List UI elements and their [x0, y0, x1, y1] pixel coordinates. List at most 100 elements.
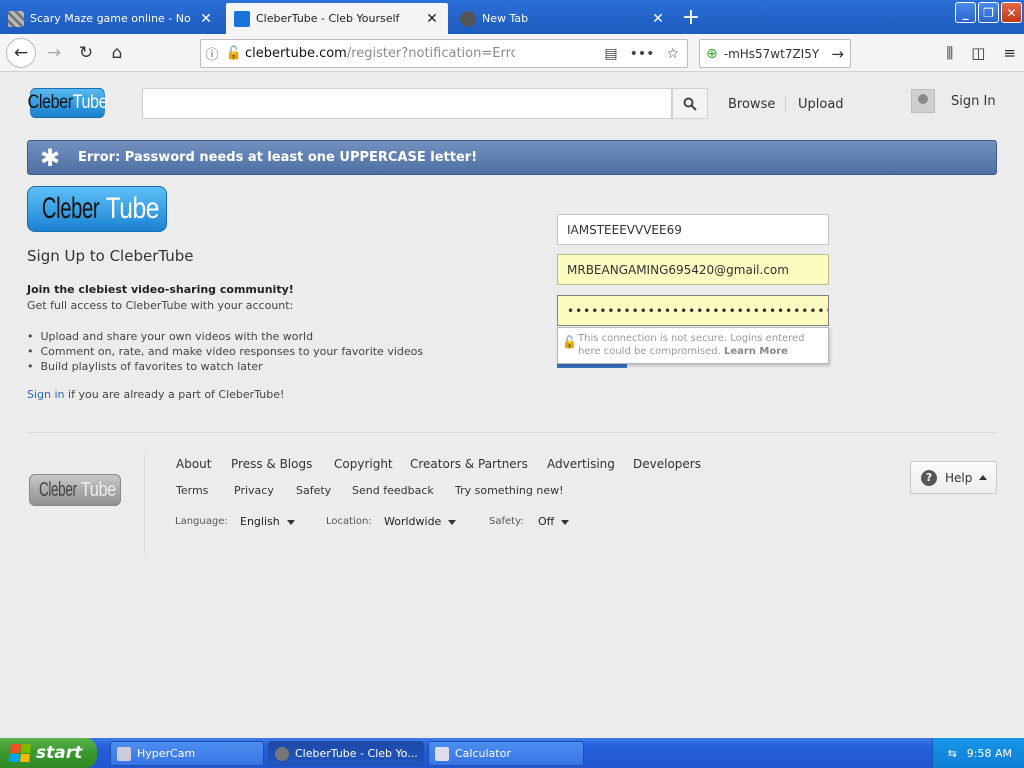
logo-text-right: Tube [72, 92, 108, 113]
content-divider [27, 432, 997, 433]
location-value: Worldwide [384, 515, 442, 528]
taskbar-item-calculator[interactable]: Calculator [428, 741, 584, 766]
windows-flag-icon [9, 744, 31, 762]
upload-link[interactable]: Upload [798, 97, 844, 112]
back-arrow-icon[interactable]: ← [6, 38, 36, 68]
signup-title: Sign Up to CleberTube [27, 247, 194, 265]
start-button[interactable]: start [0, 738, 97, 768]
search-icon [683, 97, 697, 111]
menu-hamburger-icon[interactable]: ≡ [1003, 44, 1016, 62]
footer-link-developers[interactable]: Developers [633, 457, 701, 471]
url-path: /register?notification=Error: Password n… [346, 46, 515, 61]
browse-link[interactable]: Browse [728, 97, 775, 112]
site-search-button[interactable] [672, 88, 708, 119]
restore-icon[interactable]: ❐ [978, 2, 999, 23]
close-tab-icon[interactable]: ✕ [198, 11, 214, 27]
footer-link-try-new[interactable]: Try something new! [455, 484, 564, 497]
url-bar[interactable]: ⓘ 🔓 clebertube.com /register?notificatio… [200, 39, 688, 68]
info-icon[interactable]: ⓘ [201, 44, 223, 63]
chevron-up-icon [979, 475, 988, 480]
close-window-icon[interactable]: ✕ [1001, 2, 1022, 23]
sidebar-icon[interactable]: ◫ [971, 44, 985, 62]
footer-link-feedback[interactable]: Send feedback [352, 484, 434, 497]
clebertube-favicon-icon [234, 10, 250, 27]
search-engine-icon[interactable]: ⊕ [706, 46, 718, 62]
signup-subtitle: Get full access to CleberTube with your … [27, 299, 294, 312]
logo-text-left: Cleber [41, 192, 100, 225]
site-search-input[interactable] [142, 88, 672, 119]
language-value: English [240, 515, 280, 528]
learn-more-link[interactable]: Learn More [724, 346, 788, 357]
footer-link-about[interactable]: About [176, 457, 211, 471]
benefits-list: Upload and share your own videos with th… [27, 329, 424, 374]
new-tab-favicon-icon [460, 10, 476, 27]
footer-link-copyright[interactable]: Copyright [334, 457, 393, 471]
footer-logo[interactable]: Cleber Tube [29, 474, 121, 506]
help-label: Help [945, 470, 973, 485]
safety-label: Safety: [489, 516, 524, 527]
logo-text-left: Cleber [27, 92, 73, 113]
tab-title: Scary Maze game online - No overlays [30, 12, 194, 25]
footer-link-creators[interactable]: Creators & Partners [410, 457, 528, 471]
username-field[interactable]: IAMSTEEEVVVEE69 [557, 214, 829, 245]
page-actions-icon[interactable]: ••• [630, 46, 655, 62]
signin-link[interactable]: Sign in [27, 388, 65, 401]
avatar[interactable] [911, 89, 935, 113]
signup-tagline: Join the clebiest video-sharing communit… [27, 283, 294, 296]
password-field[interactable]: •••••••••••••••••••••••••••••••••• [557, 295, 829, 326]
safety-value: Off [538, 515, 555, 528]
tab-scary-maze[interactable]: Scary Maze game online - No overlays ✕ [0, 3, 222, 34]
footer-link-advertising[interactable]: Advertising [547, 457, 615, 471]
browser-tab-strip: Scary Maze game online - No overlays ✕ C… [0, 0, 1024, 34]
safety-select[interactable]: Off [538, 515, 570, 528]
help-question-icon: ? [921, 469, 937, 486]
close-tab-icon[interactable]: ✕ [650, 11, 666, 27]
toolbar-right: ⫼ ◫ ≡ [946, 44, 1016, 62]
search-go-arrow-icon[interactable]: → [831, 45, 844, 63]
taskbar-item-hypercam[interactable]: HyperCam [110, 741, 264, 766]
taskbar-item-browser[interactable]: CleberTube - Cleb Yo... [268, 741, 424, 766]
minimize-icon[interactable]: _ [955, 2, 976, 23]
network-icon[interactable]: ⇆ [948, 747, 957, 760]
search-bar[interactable]: ⊕ -mHs57wt7ZI5Y → [699, 39, 851, 68]
reader-view-icon[interactable]: ▤ [604, 46, 617, 62]
reload-icon[interactable]: ↻ [72, 39, 100, 67]
new-tab-plus-icon[interactable]: + [676, 3, 706, 31]
footer-link-press[interactable]: Press & Blogs [231, 457, 312, 471]
chevron-down-icon [286, 519, 295, 525]
maze-favicon-icon [8, 10, 24, 27]
list-item: Build playlists of favorites to watch la… [27, 359, 423, 374]
insecure-login-warning: 🔓 This connection is not secure. Logins … [557, 327, 829, 364]
tab-clebertube[interactable]: CleberTube - Cleb Yourself ✕ [226, 3, 448, 34]
close-tab-icon[interactable]: ✕ [424, 11, 440, 27]
nav-divider [785, 97, 786, 111]
home-icon[interactable]: ⌂ [103, 39, 131, 67]
window-controls: _ ❐ ✕ [955, 2, 1022, 23]
footer-link-terms[interactable]: Terms [176, 484, 208, 497]
sign-in-link[interactable]: Sign In [951, 94, 996, 109]
footer-link-safety[interactable]: Safety [296, 484, 331, 497]
language-label: Language: [175, 516, 228, 527]
taskbar-item-label: Calculator [455, 747, 511, 760]
chevron-down-icon [448, 519, 457, 525]
language-select[interactable]: English [240, 515, 295, 528]
footer-divider [144, 454, 145, 554]
help-button[interactable]: ? Help [910, 461, 997, 494]
logo-text-right: Tube [105, 192, 159, 225]
site-logo[interactable]: Cleber Tube [27, 88, 108, 118]
library-icon[interactable]: ⫼ [946, 44, 953, 62]
bookmark-star-icon[interactable]: ☆ [666, 46, 679, 62]
logo-text-left: Cleber [38, 478, 77, 501]
windows-taskbar: start HyperCam CleberTube - Cleb Yo... C… [0, 738, 1024, 768]
insecure-lock-icon[interactable]: 🔓 [223, 46, 245, 61]
url-host: clebertube.com [245, 46, 347, 61]
email-field[interactable]: MRBEANGAMING695420@gmail.com [557, 254, 829, 285]
error-notification-bar: ✱ Error: Password needs at least one UPP… [27, 140, 997, 175]
location-select[interactable]: Worldwide [384, 515, 457, 528]
hypercam-icon [117, 746, 131, 761]
forward-arrow-icon[interactable]: → [40, 39, 68, 67]
footer-link-privacy[interactable]: Privacy [234, 484, 274, 497]
tab-new-tab[interactable]: New Tab ✕ [452, 3, 674, 34]
insecure-lock-icon: 🔓 [562, 335, 577, 349]
tab-title: CleberTube - Cleb Yourself [256, 12, 400, 25]
